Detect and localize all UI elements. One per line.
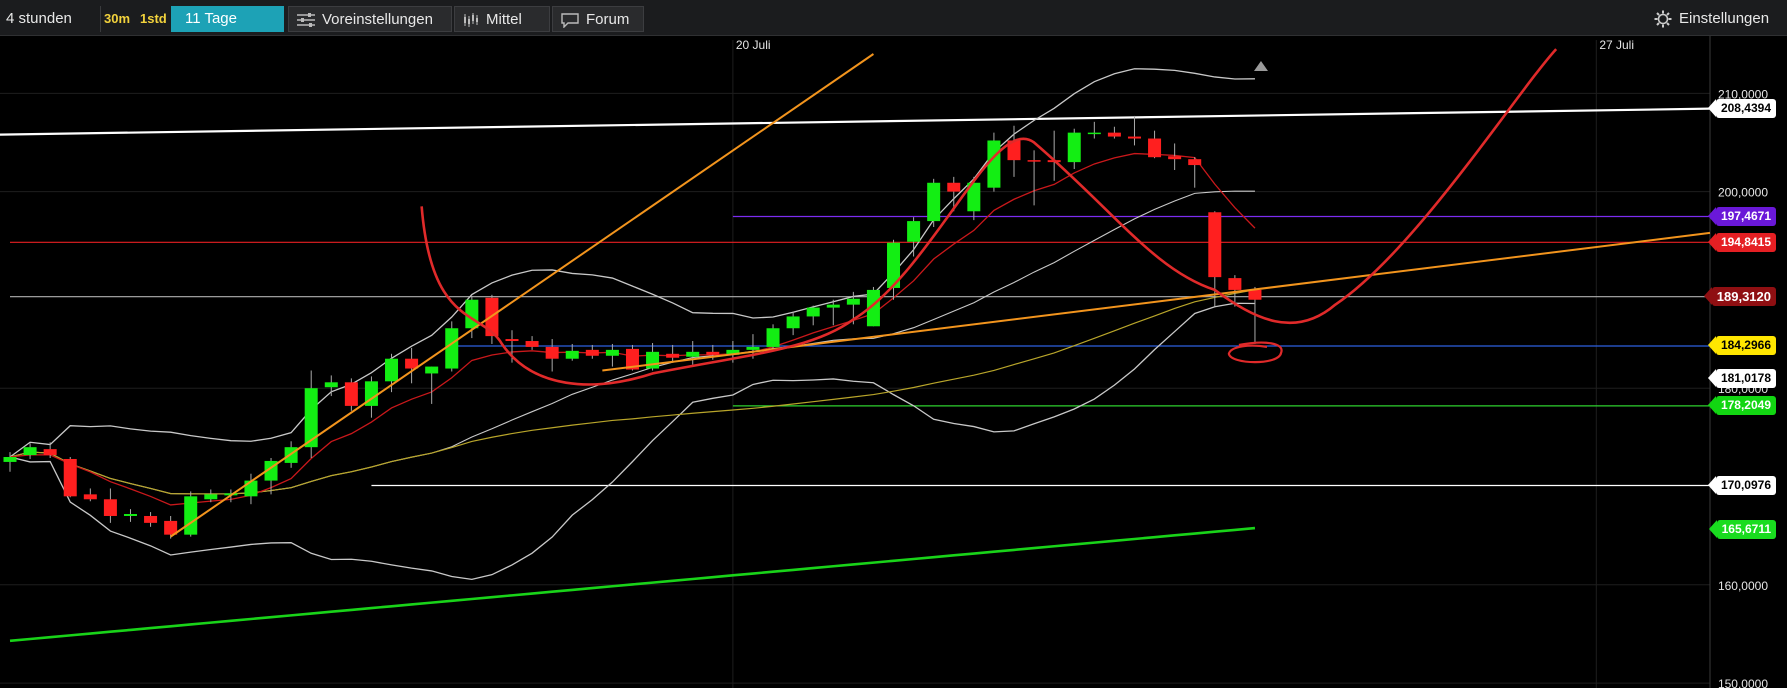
candle-up (846, 298, 860, 305)
candle-up (184, 496, 198, 535)
candle-down (344, 382, 358, 406)
price-chart[interactable]: 210,0000200,0000180,0000160,0000150,0000… (0, 36, 1787, 688)
user-drawings (170, 48, 1711, 538)
average-button[interactable]: Mittel (454, 6, 550, 32)
candle-up (907, 221, 921, 242)
candle-down (585, 349, 599, 356)
candle-down (505, 339, 519, 342)
candle-up (3, 457, 17, 462)
toolbar-divider (100, 6, 101, 32)
candle-down (103, 499, 117, 516)
chart-toolbar: 4 stunden 30m 1std 11 Tage Voreinstellun… (0, 0, 1787, 36)
candle-down (83, 494, 97, 500)
sliders-icon (297, 13, 315, 28)
price-tick-label: 200,0000 (1718, 186, 1768, 200)
candle-down (1148, 138, 1162, 158)
interval-label: 4 stunden (6, 10, 72, 27)
candle-down (1188, 159, 1202, 166)
candle-up (826, 304, 840, 308)
candle-up (23, 447, 37, 456)
candle-up (1067, 132, 1081, 163)
price-tag: 197,4671 (1707, 207, 1776, 226)
chart-grid (0, 36, 1711, 688)
price-tag: 170,0976 (1707, 476, 1776, 496)
candle-up (766, 328, 780, 347)
candle-down (1107, 132, 1121, 137)
date-tick-label: 27 Juli (1599, 38, 1634, 52)
candle-down (1228, 278, 1242, 290)
candle-up (565, 350, 579, 359)
candle-up (204, 494, 218, 500)
candle-down (1127, 136, 1141, 139)
candle-up (786, 316, 800, 329)
interval-selector[interactable]: 4 stunden (6, 6, 72, 32)
time-axis: 20 Juli 27 Juli (736, 38, 1634, 52)
candle-down (1208, 212, 1222, 278)
forum-button[interactable]: Forum (552, 6, 644, 32)
candle-down (1248, 289, 1262, 300)
candle-down (144, 515, 158, 523)
moving-average-red (9, 152, 1256, 506)
candle-down (525, 341, 539, 347)
average-label: Mittel (486, 11, 522, 28)
candle-up (927, 182, 941, 222)
support-trendline-flat (602, 231, 1711, 372)
period-11-days-button[interactable]: 11 Tage (171, 6, 284, 32)
price-tag: 165,6711 (1708, 519, 1776, 539)
candle-down (43, 449, 57, 456)
resistance-trendline (0, 107, 1711, 136)
gear-icon (1654, 10, 1672, 28)
candle-up (686, 351, 700, 357)
bollinger-lower-line (9, 302, 1255, 581)
candle-up (425, 366, 439, 374)
candle-down (1168, 156, 1182, 160)
candle-down (666, 353, 680, 358)
speech-bubble-icon (561, 12, 579, 28)
presets-label: Voreinstellungen (322, 11, 433, 28)
range-30m-button[interactable]: 30m (104, 6, 130, 32)
price-tag: 208,4394 (1707, 99, 1776, 119)
price-tag: 181,0178 (1707, 368, 1776, 388)
price-tag: 178,2049 (1707, 396, 1776, 416)
candle-up (244, 480, 258, 497)
candle-up (746, 346, 760, 350)
candle-up (324, 382, 338, 388)
horizontal-levels (0, 107, 1711, 643)
moving-average-yellow (9, 289, 1256, 495)
price-tag: 184,2966 (1707, 336, 1776, 356)
forum-label: Forum (586, 11, 630, 28)
price-tag: 194,8415 (1707, 232, 1776, 252)
presets-button[interactable]: Voreinstellungen (288, 6, 452, 32)
price-tick-label: 160,0000 (1718, 579, 1768, 593)
bollinger-upper-line (9, 68, 1255, 458)
price-tag: 189,3120 (1703, 287, 1776, 307)
candle-up (123, 514, 137, 516)
candle-up (304, 388, 318, 448)
candle-down (63, 458, 77, 497)
candle-up (1087, 132, 1101, 135)
candle-down (1027, 160, 1041, 162)
candle-down (706, 351, 720, 355)
range-1std-button[interactable]: 1std (140, 6, 167, 32)
bollinger-middle-line (9, 190, 1255, 495)
settings-button[interactable]: Einstellungen (1654, 6, 1769, 32)
settings-label: Einstellungen (1679, 10, 1770, 27)
candle-up (806, 307, 820, 317)
candle-up (987, 140, 1001, 188)
candle-down (545, 346, 559, 359)
candle-up (605, 349, 619, 356)
candle-up (385, 358, 399, 382)
candle-up (445, 328, 459, 369)
price-tick-label: 150,0000 (1718, 677, 1768, 688)
candle-down (947, 182, 961, 192)
date-tick-label: 20 Juli (736, 38, 771, 52)
candle-up (646, 351, 660, 369)
bell-icon (1253, 61, 1268, 71)
candlestick-icon (464, 13, 478, 28)
